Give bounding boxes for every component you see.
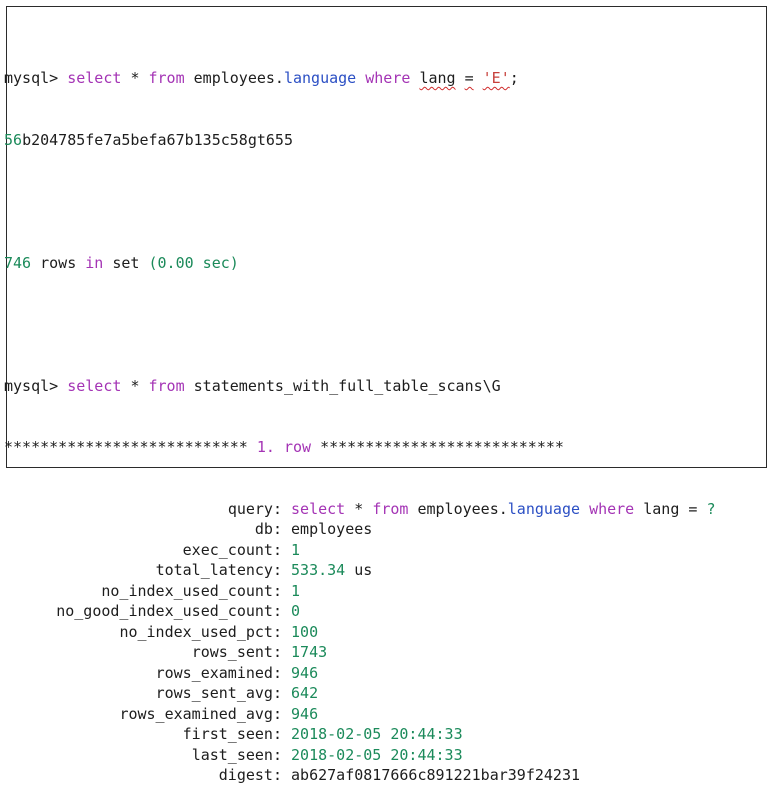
equals-token: = — [464, 69, 474, 87]
hash-rest: b204785fe7a5befa67b135c58gt655 — [22, 130, 293, 149]
field-name: last_seen: — [191, 745, 282, 764]
field-row: rows_sent: 1743 — [4, 642, 716, 663]
query-token: * — [345, 499, 373, 518]
field-value: select * from employees.language where l… — [291, 500, 715, 518]
query-token: ? — [706, 499, 716, 518]
keyword-select: select — [67, 376, 122, 395]
field-value: 946 — [291, 704, 319, 723]
field-row: exec_count: 1 — [4, 540, 716, 561]
query-token: language — [507, 499, 581, 518]
field-value: 1 — [291, 581, 301, 600]
field-value: 2018-02-05 20:44:33 — [291, 745, 463, 764]
field-name: rows_examined: — [155, 663, 282, 682]
star-token: * — [130, 69, 140, 87]
row-header-stars-right: *************************** — [320, 438, 564, 456]
field-value: 0 — [291, 602, 301, 620]
keyword-from: from — [148, 376, 185, 395]
hash-line: 56b204785fe7a5befa67b135c58gt655 — [4, 130, 716, 151]
field-row: rows_examined_avg: 946 — [4, 704, 716, 725]
field-name: rows_sent_avg: — [155, 684, 282, 702]
command-line-1: mysql> select * from employees.language … — [4, 68, 716, 89]
field-value: 100 — [291, 622, 319, 641]
hash-prefix: 56 — [4, 130, 23, 149]
query-token: where — [589, 499, 635, 518]
command-line-2: mysql> select * from statements_with_ful… — [4, 376, 716, 397]
semicolon: ; — [509, 69, 519, 87]
rows-word: rows — [40, 253, 77, 272]
field-row: no_index_used_count: 1 — [4, 581, 716, 602]
set-word: set — [112, 253, 140, 272]
query-token — [580, 500, 589, 518]
field-name: digest: — [218, 766, 282, 784]
field-row: total_latency: 533.34 us — [4, 560, 716, 581]
string-literal: 'E' — [482, 69, 510, 87]
query-token: select — [291, 499, 346, 518]
query-token: employees. — [408, 499, 508, 518]
field-name: exec_count: — [182, 540, 282, 559]
field-value: 2018-02-05 20:44:33 — [291, 725, 463, 743]
field-row: last_seen: 2018-02-05 20:44:33 — [4, 745, 716, 766]
field-name: no_good_index_used_count: — [56, 602, 282, 620]
field-name: query: — [227, 499, 282, 518]
keyword-from: from — [148, 69, 185, 87]
field-value: ab627af0817666c891221bar39f24231 — [291, 766, 581, 784]
field-value: 1743 — [291, 643, 328, 661]
field-row: no_good_index_used_count: 0 — [4, 601, 716, 622]
field-name: rows_sent: — [191, 643, 282, 661]
latency-unit: us — [345, 561, 373, 579]
rows-result-line: 746 rows in set (0.00 sec) — [4, 253, 716, 274]
star-token: * — [130, 376, 140, 395]
field-row: digest: ab627af0817666c891221bar39f24231 — [4, 765, 716, 786]
column-lang: lang — [419, 69, 456, 87]
in-word: in — [85, 253, 104, 272]
field-row: no_index_used_pct: 100 — [4, 622, 716, 643]
query-token: lang = — [634, 499, 707, 518]
field-row: query: select * from employees.language … — [4, 499, 716, 520]
row-header: *************************** 1. row *****… — [4, 437, 716, 458]
field-name: no_index_used_pct: — [119, 622, 282, 641]
field-value: 946 — [291, 663, 319, 682]
prompt: mysql> — [4, 69, 59, 87]
field-row: first_seen: 2018-02-05 20:44:33 — [4, 724, 716, 745]
field-name: first_seen: — [182, 725, 282, 743]
field-row: rows_sent_avg: 642 — [4, 683, 716, 704]
field-value: 533.34 us — [291, 561, 372, 579]
field-name: no_index_used_count: — [101, 581, 282, 600]
query-time: (0.00 sec) — [148, 253, 239, 272]
field-name: db: — [254, 520, 282, 538]
latency-number: 533.34 — [291, 561, 346, 579]
view-name: statements_with_full_table_scans\G — [193, 376, 501, 395]
result-fields: query: select * from employees.language … — [4, 499, 716, 786]
field-name: total_latency: — [155, 561, 282, 579]
field-value: 1 — [291, 540, 301, 559]
table-name: language — [283, 69, 357, 87]
field-value: 642 — [291, 684, 319, 702]
prompt: mysql> — [4, 376, 59, 395]
field-row: db: employees — [4, 519, 716, 540]
keyword-where: where — [365, 69, 411, 87]
field-row: rows_examined: 946 — [4, 663, 716, 684]
terminal-output: mysql> select * from employees.language … — [4, 27, 716, 806]
field-value: employees — [291, 520, 373, 538]
keyword-select: select — [67, 69, 122, 87]
query-token: from — [372, 499, 409, 518]
field-name: rows_examined_avg: — [119, 704, 282, 723]
rows-count: 746 — [4, 253, 32, 272]
schema-name: employees. — [193, 69, 284, 87]
row-header-label: 1. row — [256, 438, 312, 456]
row-header-stars-left: *************************** — [4, 438, 248, 456]
